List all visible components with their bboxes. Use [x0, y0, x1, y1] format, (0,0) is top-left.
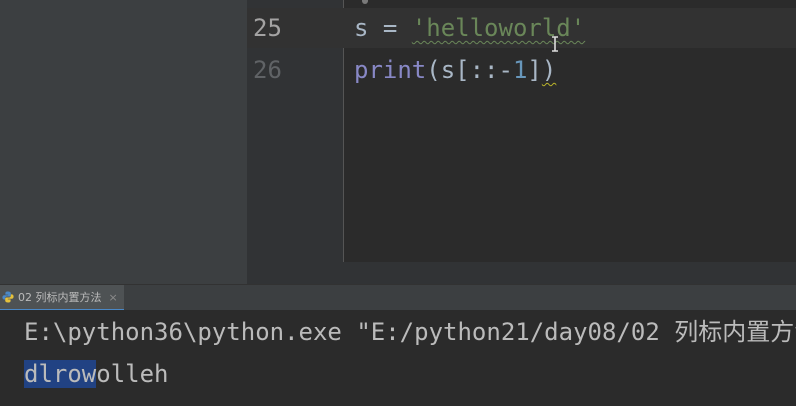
project-panel[interactable] [0, 0, 247, 284]
text-cursor-icon [552, 36, 558, 52]
ide-window: 25 26 s = 'helloworld' print(s[::-1]) 02… [0, 0, 796, 406]
close-icon[interactable]: × [109, 291, 118, 304]
code-line[interactable]: print(s[::-1]) [354, 50, 556, 90]
code-token-bracket: ] [527, 56, 542, 84]
code-token-variable: s [354, 14, 369, 42]
run-toolwindow-header: 02 列标内置方法 × [0, 284, 796, 311]
run-tab-label: 02 列标内置方法 [18, 291, 102, 304]
selected-output-text[interactable]: dlrow [24, 360, 97, 388]
code-token-operator: = [368, 14, 412, 42]
editor-footer [247, 262, 796, 284]
code-token-call-open: (s[::- [426, 56, 513, 84]
console-command-line: E:\python36\python.exe "E:/python21/day0… [24, 318, 796, 346]
code-token-paren: ) [541, 56, 557, 84]
console-output-line[interactable]: dlrowolleh [24, 354, 169, 394]
code-token-number: 1 [512, 56, 528, 84]
run-tab[interactable]: 02 列标内置方法 × [0, 285, 124, 311]
line-number: 26 [253, 56, 282, 84]
code-token-builtin: print [354, 56, 427, 84]
python-icon [2, 291, 14, 303]
output-text: olleh [96, 360, 169, 388]
line-number: 25 [253, 14, 282, 42]
